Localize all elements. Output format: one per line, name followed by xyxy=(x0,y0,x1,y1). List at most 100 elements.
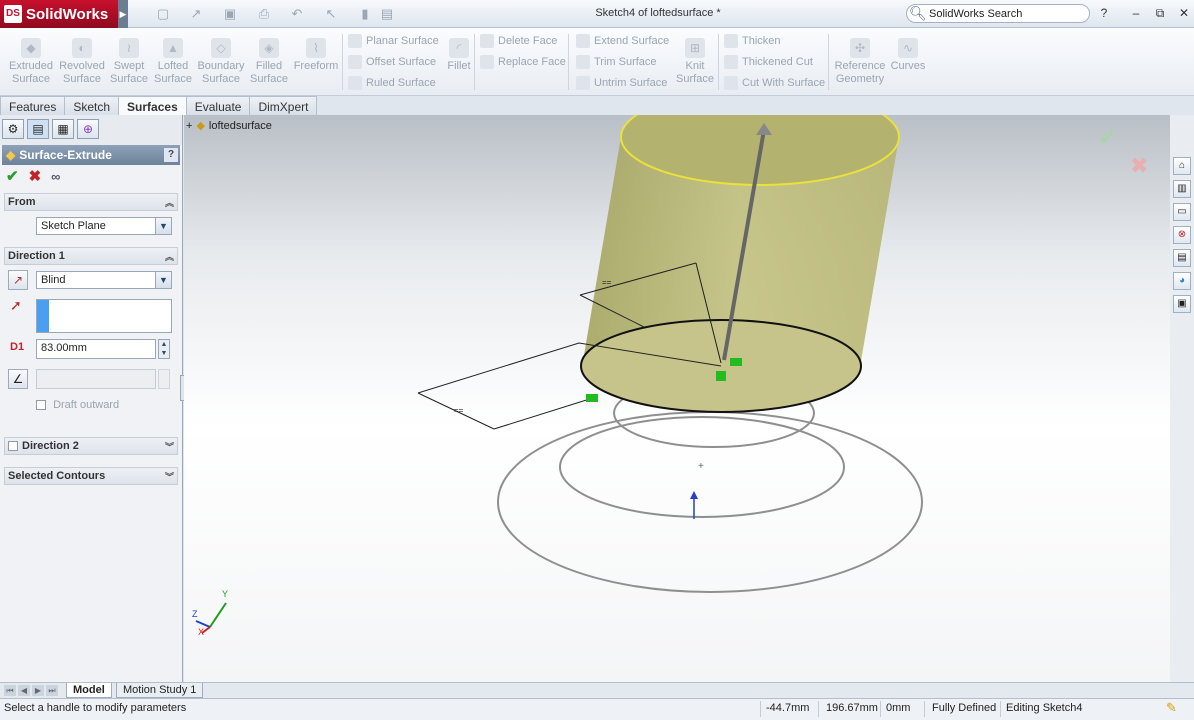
manager-tabs: ⚙ ▤ ▦ ⊕ xyxy=(0,115,182,145)
tab-motion-study[interactable]: Motion Study 1 xyxy=(116,683,204,698)
draft-outward-option[interactable]: Draft outward xyxy=(36,399,119,411)
untrim-surface-button[interactable]: Untrim Surface xyxy=(576,76,667,90)
confirm-ok-icon[interactable]: ✔ xyxy=(1098,125,1116,151)
swept-surface-button[interactable]: ≀ Swept Surface xyxy=(108,38,150,86)
reference-geometry-button[interactable]: ✣ Reference Geometry xyxy=(832,38,888,86)
configurationmanager-tab-icon[interactable]: ▦ xyxy=(52,119,74,139)
design-library-icon[interactable]: ▥ xyxy=(1173,180,1191,198)
help-button[interactable]: ? xyxy=(164,148,178,162)
trim-surface-button[interactable]: Trim Surface xyxy=(576,55,657,69)
minimize-button[interactable]: – xyxy=(1128,6,1144,20)
tab-model[interactable]: Model xyxy=(66,683,112,698)
thickened-cut-icon xyxy=(724,55,738,69)
rebuild-pencil-icon[interactable]: ✎ xyxy=(1166,700,1177,716)
filled-surface-button[interactable]: ◈ Filled Surface xyxy=(248,38,290,86)
help-button[interactable]: ? xyxy=(1096,6,1112,20)
view-palette-icon[interactable]: ▤ xyxy=(1173,249,1191,267)
restore-button[interactable]: ⧉ xyxy=(1152,6,1168,21)
extend-surface-button[interactable]: Extend Surface xyxy=(576,34,669,48)
featuremanager-tab-icon[interactable]: ⚙ xyxy=(2,119,24,139)
chevron-down-icon: ▼ xyxy=(155,218,171,234)
bottom-tab-bar: ⏮ ◀ ▶ ⏭ Model Motion Study 1 xyxy=(0,682,1194,698)
direction2-group-header[interactable]: Direction 2 ︾ xyxy=(4,437,178,455)
cancel-x-icon[interactable]: ✖ xyxy=(29,167,42,185)
ok-cancel-row: ✔ ✖ ∞ xyxy=(0,165,182,187)
tab-dimxpert[interactable]: DimXpert xyxy=(249,96,318,115)
draft-toggle-button[interactable]: ∠ xyxy=(8,369,28,389)
y-axis-label: Y xyxy=(222,589,229,599)
viewport-restore-button[interactable]: ⧉ xyxy=(1146,115,1154,116)
ribbon-divider xyxy=(718,34,719,90)
curves-button[interactable]: ∿ Curves xyxy=(890,38,926,73)
first-tab-arrow-icon[interactable]: ⏮ xyxy=(4,685,16,696)
title-bar: DS SolidWorks ▶ ▢ ↗ ▣ ⎙ ↶ ↖ ▮ ▤ Sketch4 … xyxy=(0,0,1194,28)
tab-evaluate[interactable]: Evaluate xyxy=(185,96,251,115)
draft-outward-checkbox[interactable] xyxy=(36,400,46,411)
search-results-icon[interactable]: ⊗ xyxy=(1173,226,1191,244)
preview-glasses-icon[interactable]: ∞ xyxy=(51,169,60,184)
search-box[interactable]: 🔍︎ SolidWorks Search xyxy=(906,4,1090,23)
command-manager-ribbon: ◆ Extruded Surface ◐ Revolved Surface ≀ Swe… xyxy=(0,28,1194,96)
thickened-cut-button[interactable]: Thickened Cut xyxy=(724,55,813,69)
ok-check-icon[interactable]: ✔ xyxy=(6,167,19,185)
cut-with-surface-button[interactable]: Cut With Surface xyxy=(724,76,825,90)
freeform-icon: ⌇ xyxy=(306,38,326,58)
status-divider xyxy=(760,701,761,717)
lofted-surface-button[interactable]: ▲ Lofted Surface xyxy=(152,38,194,86)
fillet-button[interactable]: ◜ Fillet xyxy=(444,38,474,73)
extruded-surface-button[interactable]: ◆ Extruded Surface xyxy=(6,38,56,86)
delete-face-button[interactable]: Delete Face xyxy=(480,34,557,48)
close-button[interactable]: ✕ xyxy=(1176,6,1192,20)
from-group-header[interactable]: From ︽ xyxy=(4,193,178,211)
thicken-button[interactable]: Thicken xyxy=(724,34,781,48)
ruled-surface-button[interactable]: Ruled Surface xyxy=(348,76,436,90)
direction1-group-header[interactable]: Direction 1 ︽ xyxy=(4,247,178,265)
base-ellipse[interactable] xyxy=(497,411,923,593)
next-tab-arrow-icon[interactable]: ▶ xyxy=(32,685,44,696)
untrim-surface-icon xyxy=(576,76,590,90)
propertymanager-tab-icon[interactable]: ▤ xyxy=(27,119,49,139)
status-divider xyxy=(880,701,881,717)
direction-selection-box[interactable] xyxy=(36,299,172,333)
replace-face-button[interactable]: Replace Face xyxy=(480,55,566,69)
tab-surfaces[interactable]: Surfaces xyxy=(118,96,187,115)
freeform-button[interactable]: ⌇ Freeform xyxy=(292,38,340,73)
draft-spinner xyxy=(158,369,170,389)
appearances-icon[interactable]: ◕ xyxy=(1173,272,1191,290)
file-explorer-icon[interactable]: ▭ xyxy=(1173,203,1191,221)
offset-surface-button[interactable]: Offset Surface xyxy=(348,55,436,69)
dimxpertmanager-tab-icon[interactable]: ⊕ xyxy=(77,119,99,139)
curves-icon: ∿ xyxy=(898,38,918,58)
command-tabs: Features Sketch Surfaces Evaluate DimXpe… xyxy=(0,96,318,115)
search-placeholder: SolidWorks Search xyxy=(929,7,1023,20)
planar-surface-button[interactable]: Planar Surface xyxy=(348,34,439,48)
knit-surface-button[interactable]: ⊞ Knit Surface xyxy=(676,38,714,86)
last-tab-arrow-icon[interactable]: ⏭ xyxy=(46,685,58,696)
tab-sketch[interactable]: Sketch xyxy=(64,96,120,115)
fillet-icon: ◜ xyxy=(449,38,469,58)
x-axis-label: X xyxy=(198,627,205,637)
depth-spinner[interactable]: ▲ ▼ xyxy=(158,339,170,359)
graphics-area[interactable]: + ◆ loftedsurface ⌕ ⌕ ↶ ▣ ⬢ ⬢ ⬢ ◩ ☼ ◉ xyxy=(184,115,1170,682)
confirm-cancel-icon[interactable]: ✖ xyxy=(1130,153,1148,179)
selected-contours-group-header[interactable]: Selected Contours ︾ xyxy=(4,467,178,485)
revolved-surface-button[interactable]: ◐ Revolved Surface xyxy=(58,38,106,86)
ribbon-divider xyxy=(474,34,475,90)
depth-input[interactable]: 83.00mm xyxy=(36,339,156,359)
tool-label: Fillet xyxy=(447,60,471,72)
from-select[interactable]: Sketch Plane ▼ xyxy=(36,217,172,235)
replace-face-icon xyxy=(480,55,494,69)
status-message: Select a handle to modify parameters xyxy=(4,702,187,714)
custom-properties-icon[interactable]: ▣ xyxy=(1173,295,1191,313)
search-icon: 🔍︎ xyxy=(909,5,927,21)
resources-home-icon[interactable]: ⌂ xyxy=(1173,157,1191,175)
boundary-surface-button[interactable]: ◇ Boundary Surface xyxy=(196,38,246,86)
reverse-direction-button[interactable]: ↗ xyxy=(8,270,28,290)
end-condition-select[interactable]: Blind ▼ xyxy=(36,271,172,289)
group-title: Direction 1 xyxy=(8,250,65,262)
prev-tab-arrow-icon[interactable]: ◀ xyxy=(18,685,30,696)
depth-value: 83.00mm xyxy=(41,342,87,354)
tool-label: Boundary Surface xyxy=(197,60,245,85)
direction2-checkbox[interactable] xyxy=(8,441,18,451)
tab-features[interactable]: Features xyxy=(0,96,66,115)
